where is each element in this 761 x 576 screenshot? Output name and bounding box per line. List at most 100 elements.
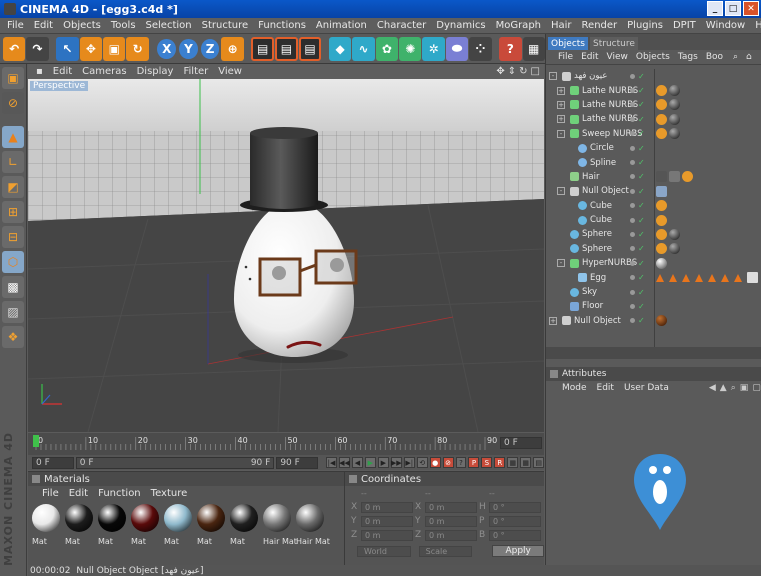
selection-tag-icon[interactable]: [721, 273, 729, 282]
rotation-field[interactable]: 0 °: [489, 529, 541, 541]
material-tag-icon[interactable]: [669, 128, 680, 140]
menu-structure[interactable]: Structure: [197, 20, 254, 31]
editor-visibility-icon[interactable]: [630, 88, 635, 94]
editor-visibility-icon[interactable]: [630, 289, 635, 295]
object-axis-icon[interactable]: ∟: [2, 151, 24, 173]
editor-visibility-icon[interactable]: [630, 116, 635, 122]
editor-visibility-icon[interactable]: [630, 145, 635, 151]
menu-mograph[interactable]: MoGraph: [491, 20, 546, 31]
collapse-icon[interactable]: -: [557, 187, 565, 196]
position-field[interactable]: 0 m: [361, 515, 413, 527]
phong-tag-icon[interactable]: [656, 99, 667, 111]
enabled-check-icon[interactable]: ✓: [638, 172, 645, 181]
enabled-check-icon[interactable]: ✓: [638, 216, 645, 225]
menu-hair[interactable]: Hair: [546, 20, 577, 31]
selection-tag-icon[interactable]: [708, 273, 716, 282]
selection-tag-icon[interactable]: [695, 273, 703, 282]
editor-visibility-icon[interactable]: [630, 73, 635, 79]
rotation-field[interactable]: 0 °: [489, 515, 541, 527]
objects-menu-bookmarks[interactable]: Boo: [706, 52, 723, 62]
objects-menu-view[interactable]: View: [607, 52, 628, 62]
maximize-button[interactable]: □: [725, 1, 741, 16]
enabled-check-icon[interactable]: ✓: [638, 230, 645, 239]
workplane-icon[interactable]: ▨: [2, 301, 24, 323]
menu-functions[interactable]: Functions: [253, 20, 311, 31]
objects-menu-edit[interactable]: Edit: [581, 52, 598, 62]
editor-visibility-icon[interactable]: [630, 188, 635, 194]
points-mode-icon[interactable]: ⊞: [2, 201, 24, 223]
viewport-pan-icon[interactable]: ✥: [496, 66, 504, 77]
move-icon[interactable]: ✥: [79, 36, 103, 61]
enabled-check-icon[interactable]: ✓: [638, 86, 645, 95]
rotate-icon[interactable]: ↻: [126, 36, 149, 61]
objects-search-icon[interactable]: ⌕: [733, 52, 738, 62]
attributes-menu-edit[interactable]: Edit: [597, 383, 614, 393]
next-key-icon[interactable]: ▶▶: [390, 457, 402, 468]
redo-icon[interactable]: ↷: [26, 36, 49, 61]
up-arrow-icon[interactable]: ▲: [720, 383, 727, 393]
enabled-check-icon[interactable]: ✓: [638, 129, 645, 138]
material-swatch[interactable]: Mat: [63, 502, 94, 546]
material-tag-icon[interactable]: [669, 243, 680, 255]
goto-end-icon[interactable]: ▶|: [403, 457, 415, 468]
phong-tag-icon[interactable]: [656, 243, 667, 255]
menu-plugins[interactable]: Plugins: [622, 20, 668, 31]
editor-visibility-icon[interactable]: [630, 131, 635, 137]
scale-icon[interactable]: ▣: [103, 36, 126, 61]
menu-selection[interactable]: Selection: [141, 20, 197, 31]
timeline[interactable]: 0 10 20 30 40 50 60 70 80 90 0 F: [28, 433, 544, 455]
rotation-field[interactable]: 0 °: [489, 501, 541, 513]
enabled-check-icon[interactable]: ✓: [638, 144, 645, 153]
phong-tag-icon[interactable]: [656, 214, 667, 226]
position-field[interactable]: 0 m: [361, 529, 413, 541]
attributes-menu-user-data[interactable]: User Data: [624, 383, 669, 393]
editor-visibility-icon[interactable]: [630, 275, 635, 281]
tab-structure[interactable]: Structure: [590, 37, 638, 50]
expand-icon[interactable]: +: [549, 316, 557, 325]
close-button[interactable]: ✕: [743, 1, 759, 16]
enabled-check-icon[interactable]: ✓: [638, 115, 645, 124]
selection-tag-icon[interactable]: [669, 273, 677, 282]
object-list-scrollbar[interactable]: [546, 347, 761, 359]
coordinate-system-icon[interactable]: ⊕: [221, 36, 244, 61]
goto-start-icon[interactable]: |◀: [326, 457, 337, 468]
enabled-check-icon[interactable]: ✓: [638, 158, 645, 167]
enabled-check-icon[interactable]: ✓: [638, 187, 645, 196]
deformer-icon[interactable]: ✲: [422, 36, 445, 61]
select-icon[interactable]: ↖: [56, 36, 79, 61]
edit-mode-icon[interactable]: ⊘: [2, 92, 24, 114]
editor-visibility-icon[interactable]: [630, 203, 635, 209]
render-settings-icon[interactable]: ▤: [298, 36, 322, 61]
material-tag-icon[interactable]: [669, 228, 680, 240]
enabled-check-icon[interactable]: ✓: [638, 316, 645, 325]
loop-icon[interactable]: ⟲: [416, 457, 428, 468]
timeline-playhead[interactable]: [33, 435, 39, 447]
material-swatch[interactable]: Mat: [228, 502, 259, 546]
expand-icon[interactable]: +: [557, 115, 565, 124]
menu-character[interactable]: Character: [372, 20, 431, 31]
menu-animation[interactable]: Animation: [311, 20, 372, 31]
material-swatch[interactable]: Mat: [96, 502, 127, 546]
enabled-check-icon[interactable]: ✓: [638, 100, 645, 109]
editor-visibility-icon[interactable]: [630, 260, 635, 266]
material-swatch[interactable]: Mat: [129, 502, 160, 546]
menu-edit[interactable]: Edit: [29, 20, 58, 31]
viewport-maximize-icon[interactable]: □: [531, 66, 540, 77]
viewport-menu-view[interactable]: View: [218, 66, 242, 77]
material-swatch[interactable]: Mat: [195, 502, 226, 546]
end-frame-field[interactable]: 90 F: [276, 456, 319, 469]
phong-tag-icon[interactable]: [656, 85, 667, 97]
materials-menu-edit[interactable]: Edit: [69, 488, 88, 499]
editor-visibility-icon[interactable]: [630, 160, 635, 166]
record-param-icon[interactable]: ▦: [507, 457, 519, 468]
material-tag-icon[interactable]: [656, 315, 667, 327]
autokey-icon[interactable]: ⊘: [442, 457, 454, 468]
editor-visibility-icon[interactable]: [630, 231, 635, 237]
record-rotation-icon[interactable]: R: [494, 457, 506, 468]
editor-visibility-icon[interactable]: [630, 217, 635, 223]
viewport-dolly-icon[interactable]: ⇕: [508, 66, 516, 77]
material-swatch[interactable]: Mat: [162, 502, 193, 546]
new-window-icon[interactable]: ▢: [752, 383, 761, 393]
viewport-menu-edit[interactable]: Edit: [53, 66, 72, 77]
phong-tag-icon[interactable]: [656, 113, 667, 125]
